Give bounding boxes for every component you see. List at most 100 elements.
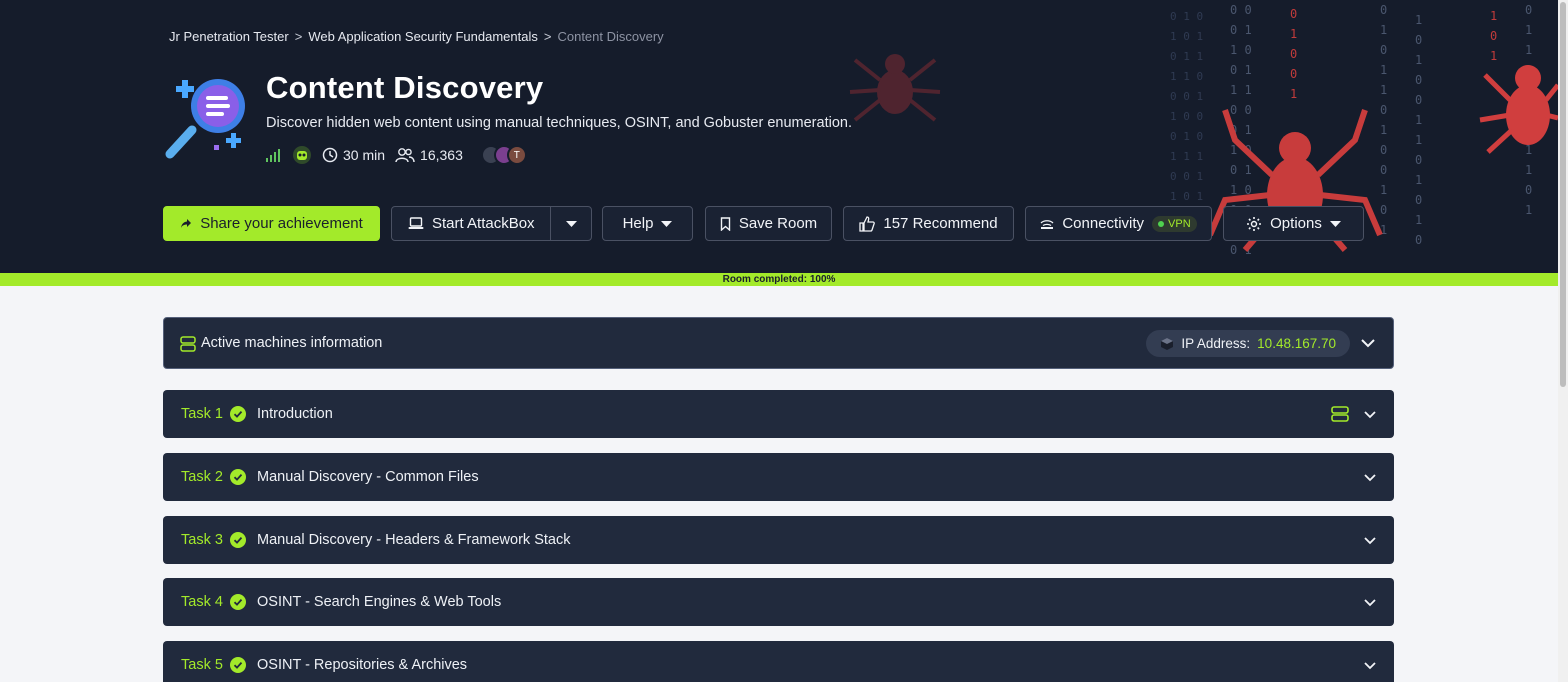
- save-room-button[interactable]: Save Room: [705, 206, 832, 241]
- duration: 30 min: [322, 147, 385, 163]
- breadcrumb-current: Content Discovery: [557, 29, 664, 44]
- check-circle-icon: [230, 532, 246, 548]
- svg-text:1 0 1: 1 0 1: [1170, 190, 1203, 203]
- page-scrollbar[interactable]: [1558, 0, 1568, 682]
- options-label: Options: [1270, 215, 1322, 232]
- chevron-down-icon[interactable]: [1362, 657, 1378, 673]
- check-circle-icon: [230, 469, 246, 485]
- svg-text:1 0 1: 1 0 1: [1170, 30, 1203, 43]
- svg-text:1: 1: [1415, 213, 1422, 227]
- user-count-text: 16,363: [420, 147, 463, 163]
- svg-text:0: 0: [1490, 29, 1497, 43]
- task-item-4[interactable]: Task 4 OSINT - Search Engines & Web Tool…: [163, 578, 1394, 626]
- laptop-icon: [408, 217, 424, 229]
- scrollbar-thumb[interactable]: [1560, 2, 1566, 387]
- svg-text:1 1 1: 1 1 1: [1170, 150, 1203, 163]
- svg-text:0: 0: [1415, 73, 1422, 87]
- room-authors[interactable]: T: [480, 145, 527, 165]
- task-title: Manual Discovery - Common Files: [257, 469, 479, 485]
- robot-icon: [293, 146, 311, 164]
- active-machines-panel[interactable]: Active machines information IP Address: …: [163, 317, 1394, 369]
- room-meta: 30 min 16,363 T: [266, 144, 527, 166]
- chevron-down-icon[interactable]: [1360, 335, 1376, 351]
- room-description: Discover hidden web content using manual…: [266, 115, 852, 131]
- progress-label: Room completed: 100%: [722, 274, 836, 285]
- page-title: Content Discovery: [266, 70, 544, 105]
- avatar[interactable]: T: [506, 145, 527, 165]
- connectivity-button[interactable]: Connectivity VPN: [1025, 206, 1212, 241]
- svg-text:0 1: 0 1: [1230, 63, 1252, 77]
- chevron-down-icon[interactable]: [1362, 469, 1378, 485]
- svg-text:0 1 1: 0 1 1: [1170, 50, 1203, 63]
- ip-address-pill[interactable]: IP Address: 10.48.167.70: [1146, 330, 1350, 357]
- breadcrumb-path-link[interactable]: Jr Penetration Tester: [169, 29, 289, 44]
- clock-icon: [322, 147, 338, 163]
- chevron-down-icon[interactable]: [1362, 532, 1378, 548]
- chevron-down-icon[interactable]: [1362, 406, 1378, 422]
- start-attackbox-button[interactable]: Start AttackBox: [391, 206, 592, 241]
- help-button[interactable]: Help: [602, 206, 693, 241]
- duration-text: 30 min: [343, 147, 386, 163]
- network-icon: [1040, 219, 1054, 229]
- svg-text:1: 1: [1525, 23, 1532, 37]
- recommend-button[interactable]: 157 Recommend: [843, 206, 1014, 241]
- task-item-3[interactable]: Task 3 Manual Discovery - Headers & Fram…: [163, 516, 1394, 564]
- svg-text:0 1: 0 1: [1230, 23, 1252, 37]
- task-number: Task 5: [181, 657, 223, 673]
- svg-text:1: 1: [1415, 13, 1422, 27]
- task-item-5[interactable]: Task 5 OSINT - Repositories & Archives: [163, 641, 1394, 682]
- gear-icon: [1247, 216, 1262, 231]
- task-number: Task 3: [181, 532, 223, 548]
- svg-text:0: 0: [1380, 3, 1387, 17]
- check-circle-icon: [230, 657, 246, 673]
- svg-text:0: 0: [1290, 67, 1297, 81]
- share-icon: [181, 218, 192, 228]
- recommend-label: 157 Recommend: [883, 215, 998, 232]
- svg-text:0: 0: [1290, 7, 1297, 21]
- options-button[interactable]: Options: [1223, 206, 1364, 241]
- chevron-down-icon[interactable]: [1362, 594, 1378, 610]
- difficulty-signal-icon: [266, 149, 280, 162]
- vpn-status-badge: VPN: [1152, 215, 1197, 232]
- breadcrumb-separator: >: [543, 29, 552, 44]
- share-achievement-button[interactable]: Share your achievement: [163, 206, 380, 241]
- thumbs-up-icon: [859, 215, 876, 232]
- task-title: Introduction: [257, 406, 333, 422]
- svg-text:1: 1: [1525, 163, 1532, 177]
- attackbox-label: Start AttackBox: [432, 215, 535, 232]
- bookmark-icon: [720, 216, 731, 231]
- task-item-2[interactable]: Task 2 Manual Discovery - Common Files: [163, 453, 1394, 501]
- svg-text:1: 1: [1415, 113, 1422, 127]
- svg-text:1: 1: [1490, 49, 1497, 63]
- svg-text:1: 1: [1415, 53, 1422, 67]
- vpn-status-dot: [1158, 220, 1165, 227]
- svg-text:1: 1: [1415, 173, 1422, 187]
- chevron-down-icon: [661, 220, 673, 227]
- task-title: OSINT - Search Engines & Web Tools: [257, 594, 502, 610]
- machine-cube-icon: [1161, 337, 1174, 350]
- svg-text:1: 1: [1380, 123, 1387, 137]
- breadcrumb-module-link[interactable]: Web Application Security Fundamentals: [308, 29, 538, 44]
- check-circle-icon: [230, 594, 246, 610]
- svg-text:0 1: 0 1: [1230, 163, 1252, 177]
- svg-text:1: 1: [1380, 63, 1387, 77]
- svg-text:1: 1: [1380, 183, 1387, 197]
- svg-text:1: 1: [1290, 27, 1297, 41]
- svg-text:0 1 0: 0 1 0: [1170, 10, 1203, 23]
- active-machines-label: Active machines information: [201, 335, 383, 351]
- task-item-1[interactable]: Task 1 Introduction: [163, 390, 1394, 438]
- svg-text:1 1: 1 1: [1230, 83, 1252, 97]
- svg-text:0: 0: [1290, 47, 1297, 61]
- task-number: Task 2: [181, 469, 223, 485]
- chevron-down-icon: [1329, 220, 1341, 227]
- svg-text:0: 0: [1525, 3, 1532, 17]
- users-icon: [395, 148, 415, 163]
- svg-text:0 0: 0 0: [1230, 103, 1252, 117]
- svg-text:1 1 0: 1 1 0: [1170, 70, 1203, 83]
- server-icon: [180, 336, 196, 352]
- task-number: Task 4: [181, 594, 223, 610]
- svg-text:1: 1: [1415, 133, 1422, 147]
- svg-text:1: 1: [1380, 23, 1387, 37]
- chevron-down-icon[interactable]: [566, 220, 577, 228]
- svg-text:0: 0: [1415, 33, 1422, 47]
